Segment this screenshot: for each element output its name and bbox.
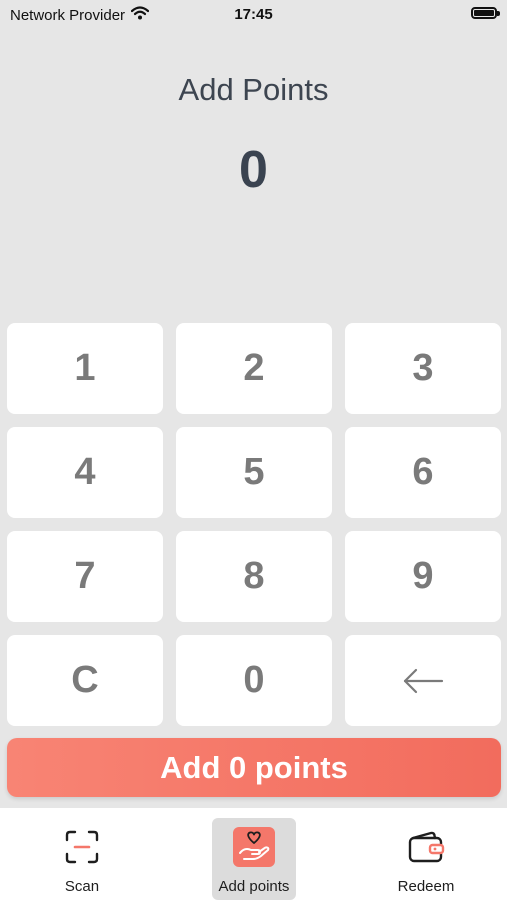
- battery-icon: [471, 7, 500, 19]
- wallet-icon: [405, 826, 447, 868]
- points-amount: 0: [239, 141, 268, 199]
- tab-add-points-icon-wrap: [233, 826, 275, 868]
- key-5[interactable]: 5: [176, 427, 332, 518]
- tab-redeem[interactable]: Redeem: [384, 818, 468, 900]
- tab-scan[interactable]: Scan: [40, 818, 124, 900]
- key-7[interactable]: 7: [7, 531, 163, 622]
- key-clear[interactable]: C: [7, 635, 163, 726]
- page-title: Add Points: [178, 72, 329, 107]
- add-points-button[interactable]: Add 0 points: [7, 738, 501, 797]
- key-4[interactable]: 4: [7, 427, 163, 518]
- key-8[interactable]: 8: [176, 531, 332, 622]
- status-bar: Network Provider 17:45: [0, 0, 507, 30]
- scan-icon: [61, 826, 103, 868]
- clock: 17:45: [234, 6, 273, 23]
- tab-scan-label: Scan: [64, 878, 100, 895]
- tab-redeem-label: Redeem: [397, 878, 455, 895]
- tab-bar: Scan Add points Redeem: [0, 808, 507, 900]
- key-6[interactable]: 6: [345, 427, 501, 518]
- tab-add-points-label: Add points: [218, 878, 290, 895]
- number-keypad: 1 2 3 4 5 6 7 8 9 C 0: [7, 323, 501, 726]
- arrow-left-icon: [402, 667, 444, 695]
- key-backspace[interactable]: [345, 635, 501, 726]
- hand-heart-icon: [233, 827, 275, 867]
- key-1[interactable]: 1: [7, 323, 163, 414]
- key-9[interactable]: 9: [345, 531, 501, 622]
- tab-add-points[interactable]: Add points: [212, 818, 296, 900]
- key-0[interactable]: 0: [176, 635, 332, 726]
- key-2[interactable]: 2: [176, 323, 332, 414]
- key-3[interactable]: 3: [345, 323, 501, 414]
